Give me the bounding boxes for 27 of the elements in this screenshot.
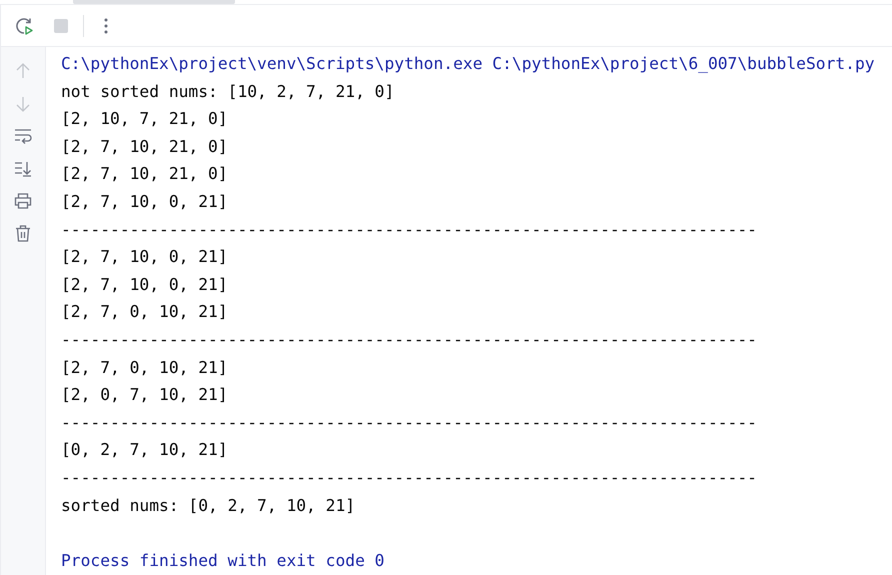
console-line: [2, 7, 10, 21, 0] [61,164,228,184]
soft-wrap-icon [14,128,32,144]
printer-icon [14,193,32,210]
console-line: ----------------------------------------------------------------------- [61,468,757,487]
console-line: ----------------------------------------------------------------------- [61,330,757,349]
console-line: [2, 7, 10, 0, 21] [61,247,228,266]
console-line: Process finished with exit code 0 [61,550,384,570]
console-line: ----------------------------------------------------------------------- [61,220,757,239]
console-line: [2, 0, 7, 10, 21] [61,385,228,404]
console-line: [2, 7, 10, 21, 0] [61,136,228,156]
console-line: [2, 7, 0, 10, 21] [61,302,228,322]
trash-icon [15,225,31,242]
console-line: [2, 7, 0, 10, 21] [61,358,228,377]
console-line: sorted nums: [0, 2, 7, 10, 21] [61,496,356,514]
stop-icon [53,18,69,34]
rerun-icon [15,16,35,36]
console-line: not sorted nums: [10, 2, 7, 21, 0] [61,82,394,101]
console-line: [0, 2, 7, 10, 21] [61,440,228,460]
console-line: [2, 7, 10, 0, 21] [61,274,228,294]
up-arrow-icon [16,63,30,79]
more-icon [104,18,108,34]
console-line: ----------------------------------------------------------------------- [61,412,757,432]
console-line: C:\pythonEx\project\venv\Scripts\python.exe C:\pythonEx\project\6_007\bubbleSort.py [61,54,875,73]
console-line: [2, 7, 10, 0, 21] [61,192,228,211]
scroll-to-end-icon [14,160,32,177]
console-line: [2, 10, 7, 21, 0] [61,109,228,128]
down-arrow-icon [16,96,30,112]
